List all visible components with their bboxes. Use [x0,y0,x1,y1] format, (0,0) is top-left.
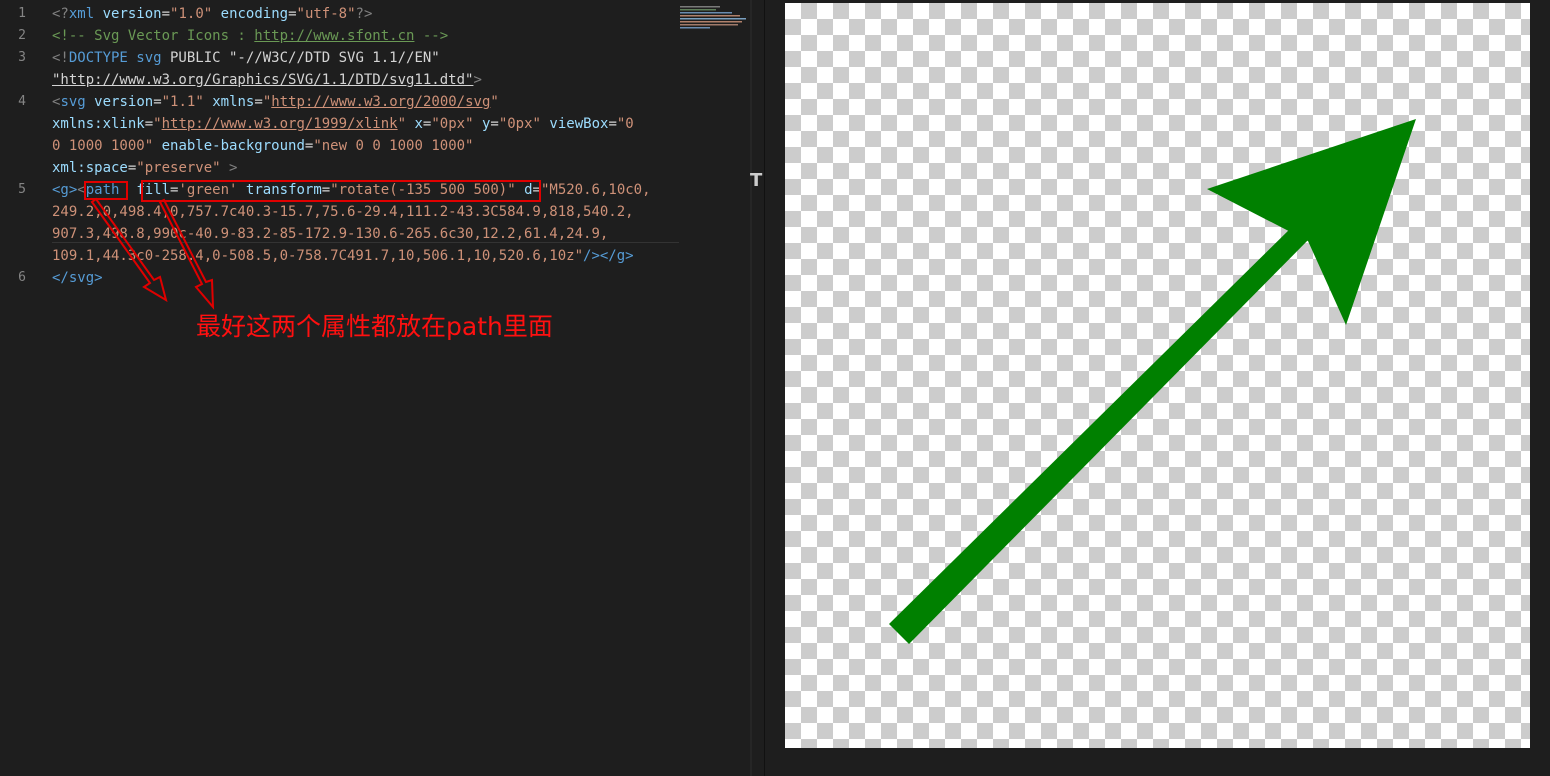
arrow-shaft [889,223,1315,644]
annotation-arrows [90,197,215,310]
pane-divider[interactable] [750,0,752,776]
annotation-arrow-left [90,197,168,303]
annotation-arrow-right [158,198,215,310]
preview-canvas [889,119,1416,644]
text-cursor-icon: T [750,170,763,191]
annotation-text: 最好这两个属性都放在path里面 [196,312,553,341]
svg-preview-pane[interactable] [785,3,1530,748]
pane-divider [764,0,765,776]
code-editor[interactable]: 1 2 3 4 5 6 <?xml version="1.0" encoding… [0,0,752,776]
